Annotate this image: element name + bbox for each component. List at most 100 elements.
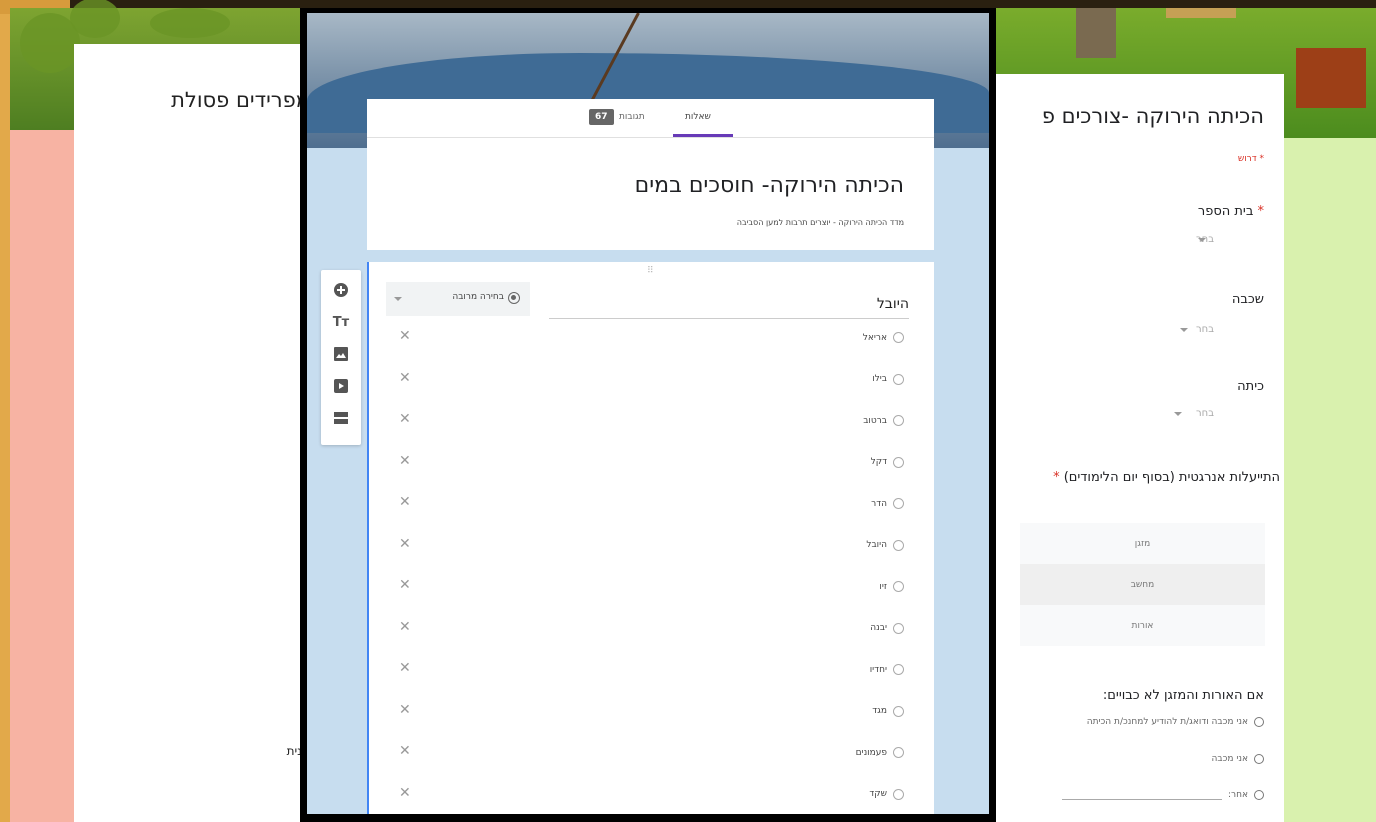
remove-option-icon[interactable]: ✕ — [399, 660, 411, 676]
option-label[interactable]: הדר — [871, 499, 887, 509]
option-label[interactable]: מגד — [872, 706, 887, 716]
option-label[interactable]: יחדיו — [870, 665, 887, 675]
radio-icon — [893, 705, 904, 717]
grid-row-lights: אורות — [1020, 605, 1265, 646]
question-option[interactable]: דקל — [871, 456, 904, 468]
question-card[interactable]: ⠿ בחירה מרובה היובל אריאל ✕ בילו ✕ ברטוב ✕ דקל… — [367, 262, 934, 814]
building-decoration — [1076, 8, 1116, 58]
add-image-icon[interactable] — [331, 344, 351, 364]
radio-selected-icon — [508, 292, 520, 304]
lights-question: אם האורות והמזגן לא כבויים: — [1102, 688, 1264, 703]
remove-option-icon[interactable]: ✕ — [399, 494, 411, 510]
other-text-input[interactable] — [1061, 789, 1222, 800]
add-title-icon[interactable]: Tт — [331, 312, 351, 332]
option-label[interactable]: פעמונים — [856, 748, 887, 758]
remove-option-icon[interactable]: ✕ — [399, 328, 411, 344]
question-option[interactable]: בילו — [872, 373, 904, 385]
option-label[interactable]: היובל — [866, 540, 887, 550]
lights-option[interactable]: אני מכבה ודואג/ת להודיע למחנכ/ת הכיתה — [1087, 717, 1264, 727]
radio-icon[interactable] — [1254, 717, 1264, 727]
add-video-icon[interactable] — [331, 376, 351, 396]
radio-icon — [893, 788, 904, 800]
energy-question: התייעלות אנרגטית (בסוף יום הלימודים) * — [1053, 470, 1280, 485]
responses-count-badge: 67 — [589, 109, 614, 125]
right-form-card: הכיתה הירוקה -צורכים פ * דרוש * בית הספר… — [996, 74, 1284, 822]
remove-option-icon[interactable]: ✕ — [399, 702, 411, 718]
option-label[interactable]: שקד — [869, 789, 887, 799]
left-frame-edge — [0, 0, 10, 822]
left-form-window[interactable]: מפרידים פסולת אנית — [10, 0, 310, 822]
remove-option-icon[interactable]: ✕ — [399, 411, 411, 427]
floating-toolbar: Tт — [321, 270, 361, 445]
question-option[interactable]: היובל — [866, 539, 904, 551]
question-option[interactable]: אריאל — [863, 332, 904, 343]
radio-icon — [893, 373, 904, 385]
chevron-down-icon — [394, 297, 402, 301]
school-question: * בית הספר — [1197, 204, 1264, 219]
chevron-down-icon — [1174, 412, 1182, 416]
question-option[interactable]: ברטוב — [863, 415, 904, 426]
form-title[interactable]: הכיתה הירוקה- חוסכים במים — [635, 173, 904, 198]
add-question-icon[interactable] — [331, 280, 351, 300]
remove-option-icon[interactable]: ✕ — [399, 370, 411, 386]
class-question: כיתה — [1237, 379, 1264, 394]
add-section-icon[interactable] — [331, 408, 351, 428]
lights-option[interactable]: אני מכבה — [1212, 754, 1264, 764]
question-type-select[interactable]: בחירה מרובה — [386, 282, 530, 316]
question-option[interactable]: פעמונים — [856, 747, 904, 758]
leaf-decoration — [150, 8, 230, 38]
radio-icon — [893, 456, 904, 468]
question-option[interactable]: מגד — [872, 705, 904, 717]
radio-icon — [893, 622, 904, 634]
question-option[interactable]: זיו — [879, 581, 904, 592]
question-option[interactable]: יבנה — [870, 622, 904, 634]
building-decoration — [1296, 48, 1366, 108]
radio-icon — [893, 664, 904, 675]
option-label[interactable]: יבנה — [870, 623, 887, 633]
drag-handle-icon[interactable]: ⠿ — [647, 266, 655, 276]
radio-icon[interactable] — [1254, 789, 1264, 800]
remove-option-icon[interactable]: ✕ — [399, 743, 411, 759]
radio-icon — [893, 332, 904, 343]
remove-option-icon[interactable]: ✕ — [399, 619, 411, 635]
question-title: היובל — [876, 296, 909, 312]
tab-questions[interactable]: שאלות — [685, 112, 711, 122]
grid-row-computer: מחשב — [1020, 564, 1265, 605]
remove-option-icon[interactable]: ✕ — [399, 453, 411, 469]
grade-select[interactable]: בחר — [1196, 324, 1214, 335]
left-form-card: מפרידים פסולת אנית — [74, 44, 310, 822]
question-title-field[interactable]: היובל — [549, 296, 909, 319]
question-option[interactable]: הדר — [871, 498, 904, 509]
radio-icon — [893, 415, 904, 426]
required-note: * דרוש — [1237, 154, 1264, 164]
option-label[interactable]: אריאל — [863, 333, 887, 343]
right-form-window[interactable]: הכיתה הירוקה -צורכים פ * דרוש * בית הספר… — [996, 8, 1376, 822]
question-option[interactable]: שקד — [869, 788, 904, 800]
grade-question: שכבה — [1231, 292, 1264, 307]
radio-icon — [893, 747, 904, 758]
option-label[interactable]: זיו — [879, 582, 887, 592]
radio-icon — [893, 539, 904, 551]
chevron-down-icon — [1180, 328, 1188, 332]
remove-option-icon[interactable]: ✕ — [399, 577, 411, 593]
remove-option-icon[interactable]: ✕ — [399, 536, 411, 552]
lights-option-other[interactable]: אחר: — [1061, 789, 1264, 800]
leaf-decoration — [70, 0, 120, 38]
option-label[interactable]: דקל — [871, 457, 887, 467]
form-editor-card: שאלות תגובות 67 הכיתה הירוקה- חוסכים במי… — [367, 99, 934, 814]
radio-icon — [893, 498, 904, 509]
option-label[interactable]: ברטוב — [863, 416, 887, 426]
energy-grid: מזגן מחשב אורות — [1020, 523, 1265, 647]
chevron-down-icon — [1198, 238, 1206, 242]
radio-icon — [893, 581, 904, 592]
right-form-title: הכיתה הירוקה -צורכים פ — [1041, 104, 1264, 128]
form-editor-window[interactable]: שאלות תגובות 67 הכיתה הירוקה- חוסכים במי… — [300, 8, 996, 822]
question-option[interactable]: יחדיו — [870, 664, 904, 675]
form-description[interactable]: מדד הכיתה הירוקה - יוצרים תרבות למען הסב… — [737, 218, 904, 227]
class-select[interactable]: בחר — [1196, 408, 1214, 419]
remove-option-icon[interactable]: ✕ — [399, 785, 411, 801]
form-header-card[interactable]: הכיתה הירוקה- חוסכים במים מדד הכיתה הירו… — [367, 138, 934, 250]
radio-icon[interactable] — [1254, 754, 1264, 764]
tab-responses[interactable]: תגובות — [619, 112, 645, 122]
option-label[interactable]: בילו — [872, 374, 887, 384]
